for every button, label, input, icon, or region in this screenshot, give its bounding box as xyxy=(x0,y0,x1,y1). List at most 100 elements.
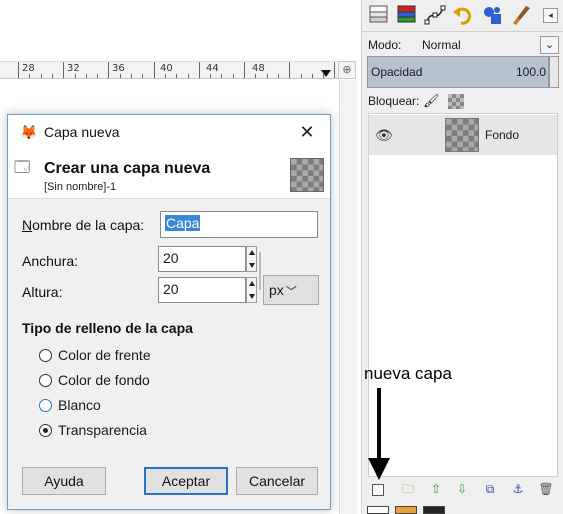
eye-icon[interactable]: 👁 xyxy=(375,127,393,144)
ruler-tick xyxy=(119,74,121,78)
layer-thumbnail xyxy=(445,118,479,152)
ruler-tick xyxy=(255,74,257,78)
ruler-tick xyxy=(187,74,189,78)
fill-option-label: Transparencia xyxy=(58,422,147,438)
ruler-tick xyxy=(266,74,268,78)
dock-tab-bar: ◂ xyxy=(362,0,563,32)
dialog-header-title: Crear una capa nueva xyxy=(44,160,211,177)
vertical-scrollbar[interactable] xyxy=(339,80,357,514)
chevron-down-icon[interactable]: ⌄ xyxy=(540,36,559,54)
undo-icon[interactable] xyxy=(450,4,476,28)
ruler-tick xyxy=(40,74,42,78)
layer-name-label-mnemonic: N xyxy=(22,217,33,233)
raise-layer-icon[interactable]: ⇧ xyxy=(428,481,444,497)
ruler-label: 40 xyxy=(160,63,173,74)
layer-name-value: Capa xyxy=(165,215,201,231)
unit-select[interactable]: px ﹀ xyxy=(263,275,319,305)
height-label: Altura: xyxy=(22,284,63,300)
layer-toolbar: 🗀 ⇧ ⇩ ⧉ ⚓ 🗑 xyxy=(368,479,558,499)
height-field[interactable]: 20 xyxy=(158,277,246,303)
ruler-label: 32 xyxy=(67,63,80,74)
lock-pixels-icon[interactable]: 🖌 xyxy=(423,93,440,109)
horizontal-ruler: 28 32 36 40 44 48 xyxy=(0,61,347,79)
width-spinner[interactable] xyxy=(246,246,257,272)
paint-icon[interactable] xyxy=(508,4,534,28)
radio-button-checked[interactable] xyxy=(39,424,52,437)
ruler-tick xyxy=(198,62,200,78)
new-layer-header-icon: 🗔 xyxy=(14,159,31,176)
ruler-tick xyxy=(142,74,144,78)
ruler-label: 28 xyxy=(22,63,35,74)
annotation-arrow-shaft xyxy=(377,388,381,460)
opacity-slider[interactable]: Opacidad 100.0 xyxy=(367,56,549,88)
swatch-row xyxy=(367,506,447,514)
width-field[interactable]: 20 xyxy=(158,246,246,272)
width-label: Anchura: xyxy=(22,253,79,269)
ruler-tick xyxy=(18,62,19,78)
ruler-tick xyxy=(131,74,132,78)
opacity-label: Opacidad xyxy=(371,65,423,79)
ruler-tick xyxy=(311,74,313,78)
opacity-value: 100.0 xyxy=(515,65,546,79)
lower-layer-icon[interactable]: ⇩ xyxy=(454,481,470,497)
fill-type-heading: Tipo de relleno de la capa xyxy=(22,320,193,336)
dialog-header-subtitle: [Sin nombre]-1 xyxy=(44,181,117,193)
gimp-app-icon: 🦊 xyxy=(20,124,38,140)
paths-icon[interactable] xyxy=(422,4,448,28)
radio-button[interactable] xyxy=(39,399,52,412)
ruler-tick xyxy=(63,62,65,78)
ruler-tick xyxy=(97,74,99,78)
layers-icon[interactable] xyxy=(366,4,392,28)
ruler-tick xyxy=(51,74,53,78)
mode-label: Modo: xyxy=(368,38,402,52)
help-button[interactable]: Ayuda xyxy=(22,467,106,495)
layer-name-label: Nombre de la capa: xyxy=(22,217,144,233)
image-thumbnail xyxy=(290,158,324,192)
layer-name-field[interactable]: Capa xyxy=(160,211,318,238)
lock-row: Bloquear: 🖌 xyxy=(368,93,560,111)
ruler-tick xyxy=(108,62,110,78)
cancel-button[interactable]: Cancelar xyxy=(236,467,318,495)
layer-name[interactable]: Fondo xyxy=(485,128,519,142)
dock-menu-button[interactable]: ◂ xyxy=(543,8,558,23)
dialog-title: Capa nueva xyxy=(44,124,120,140)
ruler-label: 48 xyxy=(252,63,265,74)
height-spinner[interactable] xyxy=(246,277,257,303)
ruler-tick xyxy=(334,62,336,78)
annotation-arrow-head xyxy=(368,458,390,480)
chevron-down-icon: ﹀ xyxy=(285,286,297,298)
lock-alpha-icon[interactable] xyxy=(448,94,464,109)
ruler-tick xyxy=(85,74,87,78)
swatch[interactable] xyxy=(367,506,389,514)
anchor-layer-icon[interactable]: ⚓ xyxy=(510,481,526,497)
ruler-tick xyxy=(74,74,76,78)
ruler-tick xyxy=(232,74,234,78)
layers-dock: ◂ Modo: Normal ⌄ Opacidad 100.0 Bloquear… xyxy=(361,0,563,514)
new-layer-group-icon[interactable]: 🗀 xyxy=(400,481,416,497)
swatch[interactable] xyxy=(423,506,445,514)
layer-row[interactable]: 👁 Fondo xyxy=(369,115,557,155)
fill-option-label: Color de frente xyxy=(58,347,151,363)
navigate-icon[interactable]: ⊕ xyxy=(338,61,356,79)
radio-button[interactable] xyxy=(39,349,52,362)
accept-button[interactable]: Aceptar xyxy=(144,467,228,495)
opacity-spinner[interactable] xyxy=(549,56,559,88)
ruler-pointer-icon xyxy=(321,70,331,77)
ruler-tick xyxy=(300,74,302,78)
channels-icon[interactable] xyxy=(394,4,420,28)
duplicate-layer-icon[interactable]: ⧉ xyxy=(482,481,498,497)
close-icon[interactable]: ✕ xyxy=(292,119,322,145)
mode-row: Modo: Normal ⌄ xyxy=(368,36,560,56)
radio-button[interactable] xyxy=(39,374,52,387)
new-layer-icon[interactable] xyxy=(372,484,384,496)
dialog-titlebar[interactable]: 🦊 Capa nueva ✕ xyxy=(8,115,330,149)
mode-select-value[interactable]: Normal xyxy=(422,38,461,52)
delete-layer-icon[interactable]: 🗑 xyxy=(538,481,554,497)
ruler-label: 36 xyxy=(112,63,125,74)
ruler-tick xyxy=(244,62,245,78)
ruler-tick xyxy=(210,74,212,78)
dialog-header: 🗔 Crear una capa nueva [Sin nombre]-1 xyxy=(8,149,330,199)
brushes-icon[interactable] xyxy=(480,4,506,28)
swatch[interactable] xyxy=(395,506,417,514)
layer-name-label-text: ombre de la capa: xyxy=(32,217,145,233)
